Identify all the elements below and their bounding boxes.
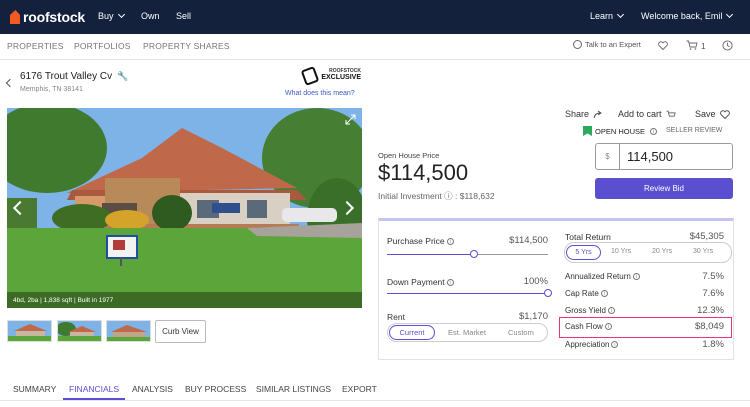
down-payment-label: Down Payment i — [387, 277, 454, 287]
initial-investment: Initial Investment ⓘ : $118,632 — [378, 191, 495, 201]
metric-label: Cash Flow i — [565, 322, 612, 331]
nav-learn[interactable]: Learn — [590, 10, 625, 21]
bid-amount-input[interactable]: $ 114,500 — [595, 143, 733, 170]
tab-buy-process[interactable]: BUY PROCESS — [185, 384, 246, 394]
chevron-down-icon — [117, 10, 125, 19]
metric-value: 1.8% — [702, 339, 724, 350]
property-address: 6176 Trout Valley Cv — [20, 71, 113, 82]
whatsapp-icon — [573, 40, 582, 49]
year-option-30[interactable]: 30 Yrs — [693, 248, 713, 255]
rent-label: Rent — [387, 312, 405, 322]
nav-sell[interactable]: Sell — [176, 11, 191, 21]
nav-own[interactable]: Own — [141, 11, 160, 21]
active-tab-indicator — [63, 398, 125, 400]
metric-label: Cap Rate i — [565, 289, 608, 298]
info-icon[interactable]: i — [446, 238, 454, 246]
cart-count: 1 — [701, 41, 706, 51]
chevron-down-icon — [616, 10, 625, 19]
review-bid-button[interactable]: Review Bid — [595, 178, 733, 199]
roofstock-logo[interactable]: roofstock — [10, 8, 85, 26]
year-option-10[interactable]: 10 Yrs — [611, 248, 631, 255]
share-arrow-icon — [593, 110, 602, 118]
subnav-portfolios[interactable]: PORTFOLIOS — [74, 41, 131, 51]
expand-icon[interactable] — [345, 114, 356, 125]
rent-value: $1,170 — [518, 311, 548, 322]
year-option-20[interactable]: 20 Yrs — [652, 248, 672, 255]
metric-label: Appreciation i — [565, 340, 619, 349]
seller-review-label: SELLER REVIEW — [666, 127, 723, 134]
purchase-price-slider-handle[interactable] — [469, 250, 478, 258]
total-return-value: $45,305 — [689, 231, 724, 242]
metric-label: Gross Yield i — [565, 306, 615, 315]
rent-option-est-market[interactable]: Est. Market — [448, 328, 486, 337]
photo-thumbnail[interactable] — [57, 320, 102, 342]
info-icon[interactable]: i — [607, 307, 615, 315]
roofstock-exclusive-badge: ROOFSTOCK EXCLUSIVE — [300, 66, 361, 88]
rent-option-current[interactable]: Current — [389, 325, 435, 340]
down-payment-value: 100% — [523, 276, 548, 287]
info-icon[interactable]: i — [632, 273, 640, 281]
bookmark-icon — [583, 126, 592, 136]
purchase-price-label: Purchase Price i — [387, 236, 454, 246]
purchase-price-slider-fill — [387, 254, 474, 255]
metric-value: 7.5% — [702, 271, 724, 282]
metric-label: Annualized Return i — [565, 272, 640, 281]
cart-icon — [665, 110, 676, 117]
cart-icon[interactable] — [686, 40, 698, 50]
exclusive-info-link[interactable]: What does this mean? — [285, 90, 355, 97]
info-icon[interactable]: i — [650, 127, 658, 135]
tab-financials[interactable]: FINANCIALS — [69, 384, 119, 394]
tab-similar-listings[interactable]: SIMILAR LISTINGS — [256, 384, 331, 394]
property-city: Memphis, TN 38141 — [20, 86, 83, 93]
metric-value: $8,049 — [694, 321, 724, 332]
house-logo-icon — [10, 10, 20, 24]
photo-caption: 4bd, 2ba | 1,838 sqft | Built in 1977 — [7, 292, 362, 308]
subnav-property-shares[interactable]: PROPERTY SHARES — [143, 41, 230, 51]
down-payment-slider-handle[interactable] — [544, 289, 552, 297]
add-to-cart-button[interactable]: Add to cart — [618, 109, 676, 119]
key-icon — [300, 66, 320, 86]
subnav-properties[interactable]: PROPERTIES — [7, 41, 64, 51]
open-house-price-label: Open House Price — [378, 151, 440, 160]
tab-summary[interactable]: SUMMARY — [13, 384, 56, 394]
account-menu[interactable]: Welcome back, Emil — [641, 10, 734, 21]
purchase-price-value: $114,500 — [509, 235, 548, 246]
open-house-badge: OPEN HOUSE i — [583, 126, 658, 136]
property-photo[interactable]: 4bd, 2ba | 1,838 sqft | Built in 1977 — [7, 108, 362, 308]
total-return-label: Total Return — [565, 232, 611, 242]
talk-to-expert-link[interactable]: Talk to an Expert — [573, 40, 641, 49]
metric-value: 7.6% — [702, 288, 724, 299]
share-button[interactable]: Share — [565, 109, 603, 119]
chevron-down-icon — [726, 10, 734, 19]
nav-buy[interactable]: Buy — [98, 10, 125, 21]
photo-thumbnail[interactable] — [106, 320, 151, 342]
down-payment-slider-fill — [387, 293, 548, 294]
house-photo-image — [7, 108, 362, 308]
back-chevron-icon[interactable] — [5, 78, 15, 88]
save-button[interactable]: Save — [695, 109, 730, 119]
year-option-5[interactable]: 5 Yrs — [566, 245, 601, 260]
info-icon[interactable]: i — [446, 279, 454, 287]
wrench-icon[interactable]: 🔧 — [117, 71, 128, 82]
rent-option-custom[interactable]: Custom — [508, 328, 534, 337]
tab-analysis[interactable]: ANALYSIS — [132, 384, 173, 394]
favorite-heart-icon[interactable] — [658, 41, 668, 50]
info-icon[interactable]: i — [600, 290, 608, 298]
info-icon[interactable]: i — [604, 323, 612, 331]
curb-view-button[interactable]: Curb View — [155, 320, 206, 343]
tab-export[interactable]: EXPORT — [342, 384, 377, 394]
history-clock-icon[interactable] — [722, 40, 733, 51]
metric-value: 12.3% — [697, 305, 724, 316]
info-icon[interactable]: i — [611, 341, 619, 349]
heart-icon — [719, 109, 730, 119]
open-house-price: $114,500 — [378, 160, 469, 185]
photo-thumbnail[interactable] — [7, 320, 52, 342]
tabs-divider — [0, 400, 750, 401]
